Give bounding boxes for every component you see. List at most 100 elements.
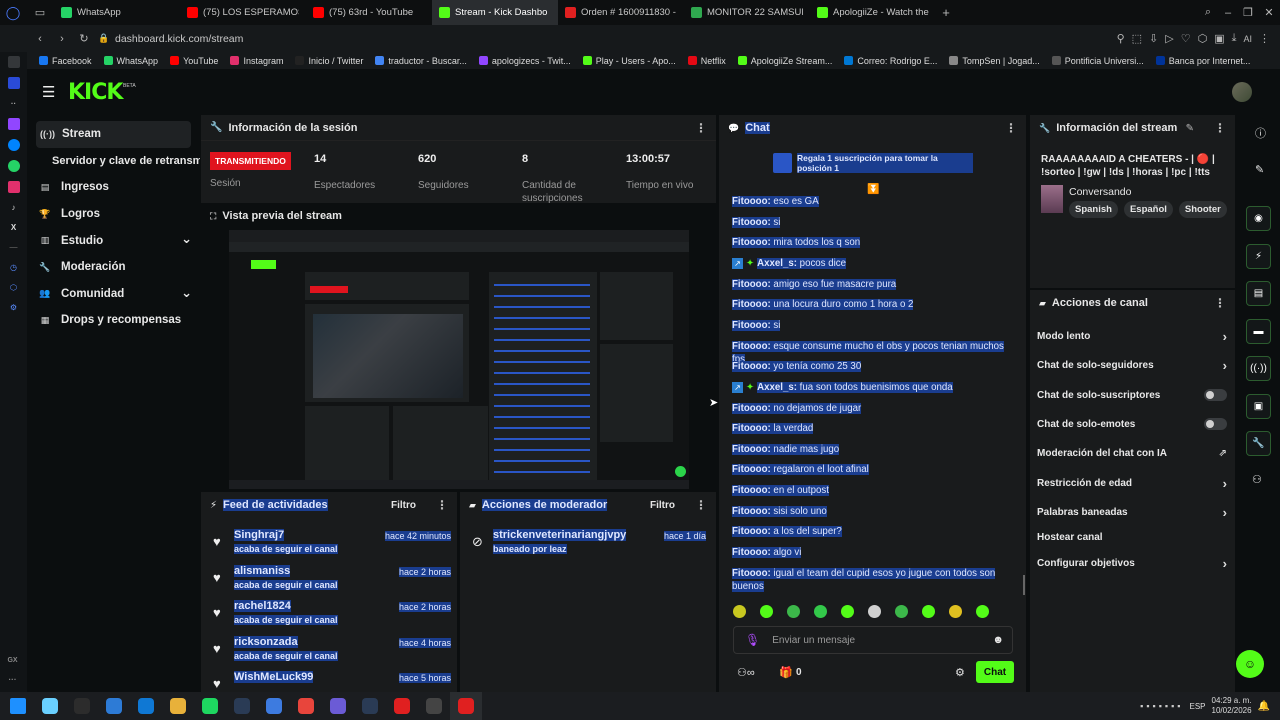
folder-icon[interactable] <box>162 692 194 720</box>
sidebar-item-2[interactable]: ▤ Ingresos <box>27 174 200 201</box>
chat-icon[interactable]: ▬ <box>1246 318 1271 344</box>
whatsapp-icon[interactable] <box>7 160 20 172</box>
feed-filter-button[interactable]: Filtro <box>391 500 416 511</box>
restore-icon[interactable]: ❐ <box>1238 6 1258 19</box>
tab-menu-icon[interactable]: ▭ <box>26 6 54 19</box>
new-tab-icon[interactable]: + <box>936 5 956 20</box>
emote-icon[interactable] <box>841 605 854 618</box>
feed-item[interactable]: ♥ rachel1824 acaba de seguir el canal hace … <box>213 600 451 630</box>
browser-tab-2[interactable]: (75) 63rd - YouTube <box>306 0 432 25</box>
opera-logo-icon[interactable]: ◯ <box>0 5 26 21</box>
emote-icon[interactable] <box>976 605 989 618</box>
url-field[interactable]: dashboard.kick.com/stream <box>115 33 243 45</box>
more-icon[interactable]: ··· <box>7 674 18 685</box>
bookmark-8[interactable]: Netflix <box>683 56 731 66</box>
stream-tag[interactable]: Shooter <box>1178 201 1227 218</box>
channel-action-3[interactable]: Chat de solo-emotes <box>1037 416 1227 432</box>
browser-tab-3[interactable]: Stream - Kick Dashbo <box>432 0 558 25</box>
chat-username[interactable]: Fitoooo: <box>732 506 771 517</box>
chat-username[interactable]: Fitoooo: <box>732 237 771 248</box>
chat-username[interactable]: Fitoooo: <box>732 341 771 352</box>
close-icon[interactable]: ✕ <box>1258 6 1280 19</box>
browser-tab-0[interactable]: WhatsApp <box>54 0 180 25</box>
instagram-icon[interactable] <box>7 181 20 193</box>
dots-icon[interactable]: ·· <box>8 98 19 109</box>
chat-username[interactable]: Axxel_s: <box>757 382 797 393</box>
extensions-icon[interactable]: ⬡ <box>1198 32 1208 45</box>
channel-action-1[interactable]: Chat de solo-seguidores › <box>1037 357 1227 373</box>
bookmark-6[interactable]: apologizecs - Twit... <box>474 56 576 66</box>
toggle-switch[interactable] <box>1204 418 1227 430</box>
heart-icon[interactable]: ♡ <box>1181 32 1191 45</box>
home-icon[interactable] <box>7 56 20 68</box>
category-name[interactable]: Conversando <box>1069 186 1131 198</box>
feed-username[interactable]: Singhraj7 <box>234 529 285 541</box>
pencil-icon[interactable]: ✎ <box>1255 163 1264 176</box>
kick-icon[interactable] <box>386 692 418 720</box>
stream-tag[interactable]: Español <box>1123 201 1173 218</box>
clock-date[interactable]: 10/02/2026 <box>1212 706 1252 716</box>
reload-icon[interactable]: ↻ <box>77 32 91 45</box>
chat-username[interactable]: Fitoooo: <box>732 217 771 228</box>
ai-icon[interactable]: AI <box>1243 34 1252 44</box>
sidebar-item-7[interactable]: ▦ Drops y recompensas <box>27 307 200 334</box>
feed-username[interactable]: ricksonzada <box>234 635 298 648</box>
kick-logo[interactable]: KICK <box>68 80 123 105</box>
emote-icon[interactable] <box>922 605 935 618</box>
play-icon[interactable]: ▷ <box>1165 32 1173 45</box>
chrome-icon[interactable] <box>290 692 322 720</box>
sidebar-item-5[interactable]: 🔧 Moderación <box>27 254 200 281</box>
chat-menu-icon[interactable]: ⋮ <box>1005 121 1017 135</box>
chat-username[interactable]: Fitoooo: <box>732 320 771 331</box>
wrench-icon[interactable]: 🔧 <box>1246 431 1271 456</box>
twitch-icon[interactable] <box>7 118 20 130</box>
feed-username[interactable]: WishMeLuck99 <box>234 671 314 684</box>
mod-filter-button[interactable]: Filtro <box>650 500 675 511</box>
bookmark-11[interactable]: TompSen | Jogad... <box>944 56 1044 66</box>
wallet-icon[interactable]: ▣ <box>1214 32 1224 45</box>
chat-username[interactable]: Fitoooo: <box>732 423 771 434</box>
bookmark-9[interactable]: ApologiiZe Stream... <box>733 56 838 66</box>
mod-action-item[interactable]: ⊘ strickenveterinariangjvpy baneado por le… <box>472 529 706 559</box>
chat-username[interactable]: Axxel_s: <box>757 258 797 269</box>
hamburger-icon[interactable]: ☰ <box>42 83 55 101</box>
stream-info-menu-icon[interactable]: ⋮ <box>1214 121 1226 135</box>
channel-action-7[interactable]: Hostear canal <box>1037 529 1227 545</box>
channel-action-6[interactable]: Palabras baneadas › <box>1037 504 1227 520</box>
bookmark-7[interactable]: Play - Users - Apo... <box>578 56 681 66</box>
snapshot-icon[interactable]: ⬚ <box>1132 32 1142 45</box>
discord-icon[interactable] <box>322 692 354 720</box>
sidebar-item-4[interactable]: ▥ Estudio ⌄ <box>27 227 200 254</box>
send-chat-button[interactable]: Chat <box>976 661 1014 683</box>
emote-icon[interactable] <box>814 605 827 618</box>
emote-icon[interactable] <box>949 605 962 618</box>
screen-icon[interactable]: ▣ <box>1246 393 1271 419</box>
info-icon[interactable]: ⓘ <box>1255 125 1266 141</box>
clipboard-icon[interactable]: ▤ <box>1246 281 1271 306</box>
x-icon[interactable]: X <box>8 222 19 233</box>
community-icon[interactable]: ⚇ <box>1252 473 1262 486</box>
feed-username[interactable]: alismaniss <box>234 564 291 577</box>
chat-username[interactable]: Fitoooo: <box>732 547 771 558</box>
emote-icon[interactable] <box>895 605 908 618</box>
channel-action-4[interactable]: Moderación del chat con IA ⇗ <box>1037 445 1227 461</box>
bookmark-13[interactable]: Banca por Internet... <box>1151 56 1256 66</box>
help-button[interactable]: ☺ <box>1236 650 1264 678</box>
opera-icon[interactable] <box>450 692 482 720</box>
emote-icon[interactable] <box>868 605 881 618</box>
bookmark-0[interactable]: Facebook <box>34 56 97 66</box>
sidebar-item-3[interactable]: 🏆 Logros <box>27 201 200 228</box>
broadcast-icon[interactable]: ((·)) <box>1246 356 1271 381</box>
history-icon[interactable]: ◷ <box>8 262 19 273</box>
back-icon[interactable]: ‹ <box>33 33 47 45</box>
edit-icon[interactable]: ✎ <box>1186 123 1194 134</box>
sidebar-item-6[interactable]: 👥 Comunidad ⌄ <box>27 281 200 308</box>
scroll-down-icon[interactable]: ⏬ <box>867 184 879 195</box>
mod-target-user[interactable]: strickenveterinariangjvpy <box>493 529 627 541</box>
chat-username[interactable]: Fitoooo: <box>732 299 771 310</box>
feed-item[interactable]: ♥ Singhraj7 acaba de seguir el canal hace 4… <box>213 529 451 559</box>
gift-icon[interactable]: 🎁 <box>779 666 793 679</box>
mail-icon[interactable] <box>98 692 130 720</box>
settings-icon[interactable]: ⚙ <box>8 302 19 313</box>
sidebar-item-0[interactable]: ((·)) Stream <box>36 121 191 148</box>
